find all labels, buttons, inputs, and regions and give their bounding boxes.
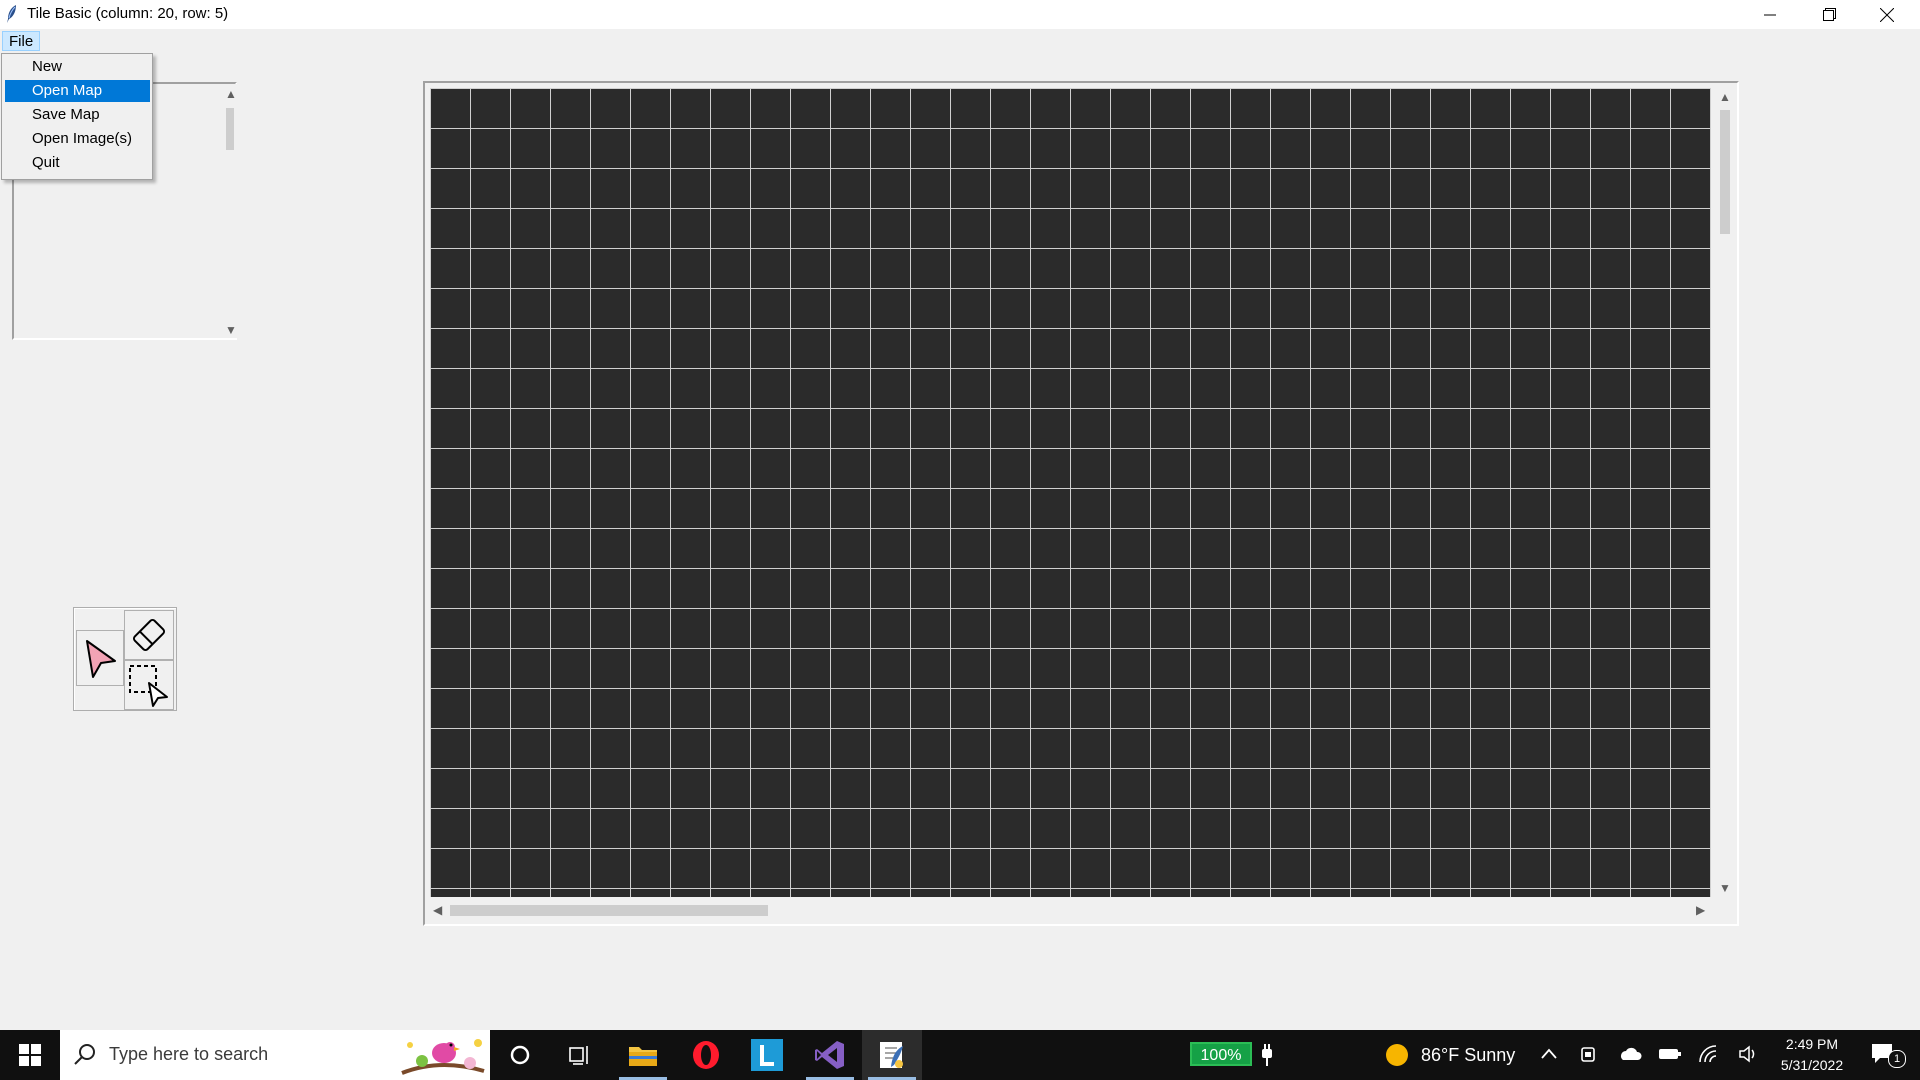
- scroll-right-arrow-icon[interactable]: ▶: [1696, 904, 1705, 916]
- start-button[interactable]: [0, 1030, 60, 1080]
- menu-bar: File: [0, 29, 1920, 52]
- taskbar: Type here to search 100% 86°F Sunny 2:49…: [0, 1030, 1920, 1080]
- clock-date: 5/31/2022: [1780, 1057, 1844, 1073]
- visual-studio-icon: [815, 1041, 844, 1069]
- volume-icon[interactable]: [1738, 1044, 1760, 1064]
- select-tool-icon: [129, 665, 168, 707]
- plug-icon: [1262, 1044, 1272, 1066]
- cortana-button[interactable]: [490, 1030, 550, 1080]
- pointer-tool-icon: [86, 640, 116, 678]
- map-canvas[interactable]: [430, 88, 1711, 897]
- tools-palette: [73, 607, 177, 711]
- l-app-icon: [751, 1039, 783, 1071]
- select-tool[interactable]: [124, 660, 174, 710]
- scroll-down-arrow-icon[interactable]: ▼: [225, 324, 237, 336]
- close-button[interactable]: [1858, 0, 1916, 29]
- file-dropdown-menu: New Open Map Save Map Open Image(s) Quit: [1, 53, 153, 180]
- eraser-tool-icon: [132, 618, 166, 652]
- cortana-circle-icon: [510, 1045, 530, 1065]
- weather-widget[interactable]: 86°F Sunny: [1385, 1030, 1515, 1080]
- menu-item-new[interactable]: New: [5, 56, 150, 78]
- notification-count-badge: 1: [1888, 1050, 1906, 1068]
- minimize-icon: [1764, 14, 1776, 15]
- tileset-scrollbar[interactable]: ▲ ▼: [222, 84, 237, 338]
- scroll-down-arrow-icon[interactable]: ▼: [1719, 882, 1731, 894]
- restore-button[interactable]: [1800, 0, 1858, 29]
- feather-icon: [4, 4, 20, 24]
- clock[interactable]: 2:49 PM 5/31/2022: [1762, 1034, 1862, 1076]
- file-explorer-button[interactable]: [613, 1030, 673, 1080]
- wifi-icon[interactable]: [1698, 1044, 1720, 1064]
- eraser-tool[interactable]: [124, 610, 174, 660]
- scroll-thumb[interactable]: [226, 108, 234, 150]
- scroll-thumb[interactable]: [1720, 110, 1730, 234]
- menu-item-open-map[interactable]: Open Map: [5, 80, 150, 102]
- opera-button[interactable]: [676, 1030, 736, 1080]
- map-vertical-scrollbar[interactable]: ▲ ▼: [1716, 88, 1733, 897]
- search-icon: [74, 1044, 95, 1065]
- menu-item-save-map[interactable]: Save Map: [5, 104, 150, 126]
- task-view-button[interactable]: [550, 1030, 610, 1080]
- tile-grid: [430, 88, 1711, 897]
- title-bar: Tile Basic (column: 20, row: 5): [0, 0, 1920, 29]
- close-icon: [1880, 7, 1894, 22]
- sun-icon: [1386, 1044, 1408, 1066]
- l-app-button[interactable]: [737, 1030, 797, 1080]
- folder-icon: [629, 1047, 657, 1066]
- windows-logo-icon: [19, 1044, 41, 1066]
- opera-icon: [693, 1041, 719, 1069]
- onedrive-cloud-icon[interactable]: [1618, 1046, 1642, 1062]
- python-feather-icon: [880, 1042, 903, 1068]
- scroll-up-arrow-icon[interactable]: ▲: [1719, 91, 1731, 103]
- battery-percentage-badge[interactable]: 100%: [1190, 1042, 1252, 1066]
- restore-icon: [1822, 8, 1836, 21]
- visual-studio-button[interactable]: [800, 1030, 860, 1080]
- search-box[interactable]: Type here to search: [60, 1030, 490, 1080]
- scroll-up-arrow-icon[interactable]: ▲: [225, 88, 237, 100]
- search-input[interactable]: Type here to search: [109, 1044, 268, 1065]
- weather-text: 86°F Sunny: [1421, 1044, 1516, 1065]
- scroll-thumb[interactable]: [450, 905, 768, 916]
- task-view-icon: [569, 1046, 588, 1065]
- clock-time: 2:49 PM: [1785, 1036, 1839, 1052]
- search-highlight-bird-icon: [401, 1039, 485, 1075]
- pointer-tool[interactable]: [76, 630, 124, 686]
- minimize-button[interactable]: [1741, 0, 1799, 29]
- meet-now-icon[interactable]: [1580, 1044, 1598, 1064]
- battery-icon[interactable]: [1658, 1046, 1682, 1062]
- chevron-up-icon[interactable]: [1540, 1047, 1558, 1061]
- menu-item-open-images[interactable]: Open Image(s): [5, 128, 150, 150]
- notifications-button[interactable]: 1: [1868, 1040, 1908, 1070]
- map-horizontal-scrollbar[interactable]: ◀ ▶: [430, 901, 1711, 919]
- scroll-left-arrow-icon[interactable]: ◀: [433, 904, 442, 916]
- file-menu[interactable]: File: [2, 31, 41, 51]
- menu-item-quit[interactable]: Quit: [5, 152, 150, 174]
- window-title: Tile Basic (column: 20, row: 5): [27, 5, 229, 22]
- python-app-button[interactable]: [862, 1030, 922, 1080]
